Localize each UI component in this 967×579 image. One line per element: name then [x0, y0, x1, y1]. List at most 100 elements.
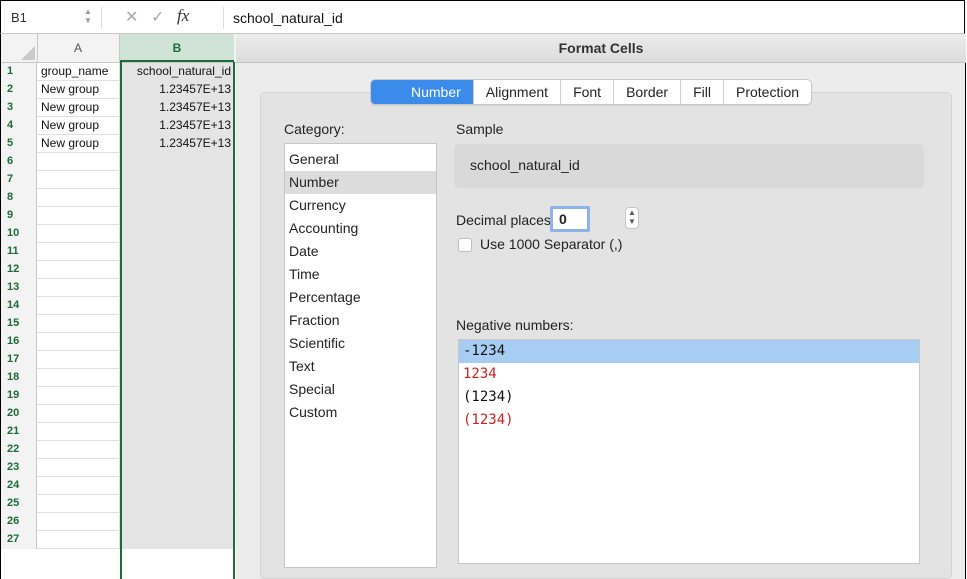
- cell-a[interactable]: New group: [38, 99, 120, 117]
- cell-b[interactable]: 1.23457E+13: [120, 99, 234, 117]
- row-header[interactable]: 1: [1, 63, 37, 81]
- cell-b[interactable]: [120, 261, 234, 279]
- cell-b[interactable]: [120, 441, 234, 459]
- category-item-special[interactable]: Special: [285, 378, 436, 401]
- cell-a[interactable]: New group: [38, 135, 120, 153]
- cell-a[interactable]: [38, 225, 120, 243]
- category-item-number[interactable]: Number: [285, 171, 436, 194]
- category-item-text[interactable]: Text: [285, 355, 436, 378]
- row-header[interactable]: 5: [1, 135, 37, 153]
- category-item-time[interactable]: Time: [285, 263, 436, 286]
- cell-a[interactable]: [38, 477, 120, 495]
- accept-icon[interactable]: ✓: [151, 7, 164, 27]
- tab-fill[interactable]: Fill: [681, 80, 724, 104]
- column-header-b[interactable]: B: [120, 34, 234, 62]
- cell-a[interactable]: [38, 297, 120, 315]
- row-header[interactable]: 26: [1, 513, 37, 531]
- cell-b[interactable]: [120, 171, 234, 189]
- thousands-separator-checkbox[interactable]: [458, 238, 472, 252]
- row-header[interactable]: 2: [1, 81, 37, 99]
- thousands-separator-label[interactable]: Use 1000 Separator (,): [480, 236, 622, 252]
- row-header[interactable]: 4: [1, 117, 37, 135]
- cell-b[interactable]: [120, 333, 234, 351]
- category-list[interactable]: General Number Currency Accounting Date Time P…: [284, 143, 437, 568]
- cell-a[interactable]: [38, 423, 120, 441]
- row-header[interactable]: 6: [1, 153, 37, 171]
- decimal-stepper-icon[interactable]: ▲ ▼: [625, 207, 639, 229]
- cell-a[interactable]: [38, 333, 120, 351]
- formula-input[interactable]: school_natural_id: [233, 10, 343, 26]
- row-header[interactable]: 15: [1, 315, 37, 333]
- name-box[interactable]: B1: [11, 10, 27, 25]
- cell-b[interactable]: [120, 351, 234, 369]
- category-item-date[interactable]: Date: [285, 240, 436, 263]
- cell-b[interactable]: [120, 243, 234, 261]
- negative-format-option[interactable]: -1234: [459, 340, 919, 363]
- cancel-icon[interactable]: ✕: [125, 7, 138, 27]
- row-header[interactable]: 19: [1, 387, 37, 405]
- row-header[interactable]: 13: [1, 279, 37, 297]
- tab-number[interactable]: Number: [371, 80, 474, 104]
- column-header-a[interactable]: A: [37, 34, 120, 62]
- row-header[interactable]: 18: [1, 369, 37, 387]
- row-header[interactable]: 12: [1, 261, 37, 279]
- cell-a[interactable]: [38, 189, 120, 207]
- cell-a[interactable]: [38, 351, 120, 369]
- cell-b[interactable]: [120, 405, 234, 423]
- cell-a[interactable]: group_name: [38, 63, 120, 81]
- cell-a[interactable]: [38, 153, 120, 171]
- cell-a[interactable]: [38, 243, 120, 261]
- cell-b[interactable]: 1.23457E+13: [120, 117, 234, 135]
- row-header[interactable]: 3: [1, 99, 37, 117]
- cell-a[interactable]: [38, 207, 120, 225]
- cell-b[interactable]: [120, 531, 234, 549]
- cell-b[interactable]: [120, 279, 234, 297]
- decimal-places-input[interactable]: 0: [550, 206, 590, 232]
- cell-a[interactable]: [38, 405, 120, 423]
- name-box-stepper-icon[interactable]: ▲ ▼: [83, 7, 93, 27]
- cell-a[interactable]: [38, 387, 120, 405]
- row-header[interactable]: 14: [1, 297, 37, 315]
- cell-b[interactable]: 1.23457E+13: [120, 81, 234, 99]
- category-item-currency[interactable]: Currency: [285, 194, 436, 217]
- tab-font[interactable]: Font: [561, 80, 615, 104]
- negative-format-option[interactable]: (1234): [459, 409, 919, 432]
- cell-b[interactable]: [120, 153, 234, 171]
- cell-a[interactable]: [38, 315, 120, 333]
- row-header[interactable]: 24: [1, 477, 37, 495]
- row-header[interactable]: 17: [1, 351, 37, 369]
- cell-b[interactable]: [120, 207, 234, 225]
- cell-b[interactable]: [120, 189, 234, 207]
- category-item-general[interactable]: General: [285, 148, 436, 171]
- cell-b[interactable]: [120, 423, 234, 441]
- cell-a[interactable]: [38, 513, 120, 531]
- cell-b[interactable]: [120, 297, 234, 315]
- cell-b[interactable]: school_natural_id: [120, 63, 234, 81]
- cell-b[interactable]: [120, 513, 234, 531]
- cell-b[interactable]: [120, 387, 234, 405]
- cell-b[interactable]: [120, 315, 234, 333]
- cell-b[interactable]: 1.23457E+13: [120, 135, 234, 153]
- category-item-accounting[interactable]: Accounting: [285, 217, 436, 240]
- select-all-corner[interactable]: [1, 34, 38, 62]
- cell-a[interactable]: [38, 495, 120, 513]
- negative-format-option[interactable]: 1234: [459, 363, 919, 386]
- negative-format-option[interactable]: (1234): [459, 386, 919, 409]
- row-header[interactable]: 11: [1, 243, 37, 261]
- row-header[interactable]: 16: [1, 333, 37, 351]
- tab-border[interactable]: Border: [614, 80, 682, 104]
- row-header[interactable]: 8: [1, 189, 37, 207]
- cell-b[interactable]: [120, 495, 234, 513]
- row-header[interactable]: 27: [1, 531, 37, 549]
- cell-a[interactable]: [38, 171, 120, 189]
- cell-b[interactable]: [120, 477, 234, 495]
- category-item-fraction[interactable]: Fraction: [285, 309, 436, 332]
- function-icon[interactable]: fx: [177, 6, 189, 26]
- category-item-scientific[interactable]: Scientific: [285, 332, 436, 355]
- cell-a[interactable]: [38, 369, 120, 387]
- cell-b[interactable]: [120, 459, 234, 477]
- cell-b[interactable]: [120, 225, 234, 243]
- category-item-percentage[interactable]: Percentage: [285, 286, 436, 309]
- tab-alignment[interactable]: Alignment: [474, 80, 562, 104]
- row-header[interactable]: 21: [1, 423, 37, 441]
